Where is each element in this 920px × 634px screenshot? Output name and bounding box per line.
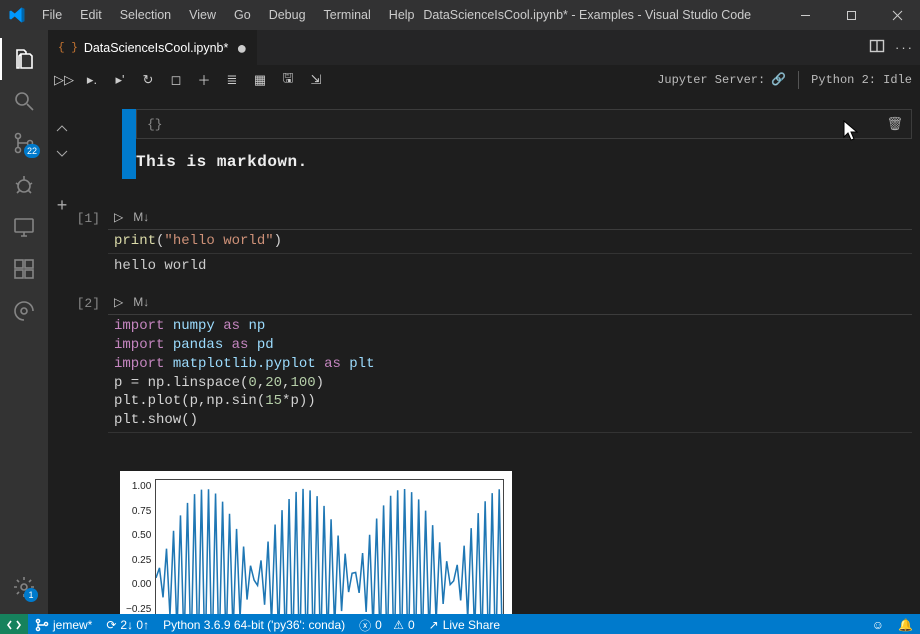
liveshare-icon[interactable] (0, 290, 48, 332)
feedback-icon[interactable]: ☺ (865, 614, 891, 634)
editor-tabs: { } DataScienceIsCool.ipynb* ● ··· (48, 30, 920, 65)
run-below-icon[interactable]: ▸' (112, 72, 128, 88)
move-cell-up-icon[interactable] (52, 119, 72, 139)
markdown-source-bar[interactable]: {} 🗑 (136, 109, 912, 139)
markdown-source-placeholder: {} (147, 117, 163, 132)
menu-terminal[interactable]: Terminal (316, 4, 379, 26)
interrupt-kernel-icon[interactable]: ◻ (168, 72, 184, 88)
git-branch-status[interactable]: jemew* (28, 614, 99, 634)
git-sync-status[interactable]: ⟳2↓ 0↑ (99, 614, 156, 634)
menu-help[interactable]: Help (381, 4, 423, 26)
notebook-toolbar: ▷▷ ▸. ▸' ↻ ◻ ＋ ≣ ▦ 🖫 ⇲ Jupyter Server:🔗 … (48, 65, 920, 95)
window-title: DataScienceIsCool.ipynb* - Examples - Vi… (423, 8, 782, 22)
jupyter-server-status[interactable]: Jupyter Server:🔗 (657, 72, 786, 87)
exec-count-1: [1] (68, 205, 108, 280)
activity-bar: 22 1 (0, 30, 48, 614)
source-control-icon[interactable]: 22 (0, 122, 48, 164)
remote-explorer-icon[interactable] (0, 206, 48, 248)
jupyter-file-icon: { } (58, 42, 78, 54)
cell-to-markdown-icon[interactable]: M↓ (133, 210, 149, 224)
move-cell-down-icon[interactable] (52, 143, 72, 163)
extensions-icon[interactable] (0, 248, 48, 290)
menu-view[interactable]: View (181, 4, 224, 26)
problems-status[interactable]: ⓧ0 ⚠0 (352, 614, 422, 634)
add-cell-icon[interactable]: ＋ (196, 72, 212, 88)
menu-debug[interactable]: Debug (261, 4, 314, 26)
split-editor-icon[interactable] (869, 38, 885, 57)
code-cell-1[interactable]: [1] ▷ M↓ print("hello world") hello worl… (108, 205, 912, 280)
liveshare-status[interactable]: ↗Live Share (422, 614, 507, 634)
code-source-1[interactable]: print("hello world") (108, 229, 912, 254)
export-icon[interactable]: ⇲ (308, 72, 324, 88)
run-all-icon[interactable]: ▷▷ (56, 72, 72, 88)
cell-selection-bar (122, 109, 136, 179)
save-icon[interactable]: 🖫 (280, 72, 296, 88)
code-output-2: 1.000.750.500.250.00−0.25−0.50 (108, 433, 912, 614)
title-bar: File Edit Selection View Go Debug Termin… (0, 0, 920, 30)
variables-icon[interactable]: ≣ (224, 72, 240, 88)
cell-to-markdown-icon[interactable]: M↓ (133, 295, 149, 309)
debug-icon[interactable] (0, 164, 48, 206)
python-env-status[interactable]: Python 3.6.9 64-bit ('py36': conda) (156, 614, 352, 634)
more-actions-icon[interactable]: ··· (895, 40, 914, 55)
menu-edit[interactable]: Edit (72, 4, 110, 26)
menu-selection[interactable]: Selection (112, 4, 179, 26)
window-maximize-button[interactable] (828, 0, 874, 30)
run-cell-icon[interactable]: ▷ (114, 295, 123, 309)
tab-dirty-indicator[interactable]: ● (236, 43, 247, 53)
insert-cell-icon[interactable]: + (52, 195, 72, 215)
status-bar: jemew* ⟳2↓ 0↑ Python 3.6.9 64-bit ('py36… (0, 614, 920, 634)
plot-output: 1.000.750.500.250.00−0.25−0.50 (120, 471, 512, 614)
exec-count-2: [2] (68, 290, 108, 614)
code-source-2[interactable]: import numpy as np import pandas as pd i… (108, 314, 912, 433)
explorer-icon[interactable] (0, 38, 48, 80)
settings-gear-icon[interactable]: 1 (0, 566, 48, 608)
markdown-cell[interactable]: {} 🗑 This is markdown. (108, 109, 912, 179)
tab-notebook[interactable]: { } DataScienceIsCool.ipynb* ● (48, 30, 258, 65)
grid-icon[interactable]: ▦ (252, 72, 268, 88)
tab-label: DataScienceIsCool.ipynb* (84, 41, 229, 55)
remote-indicator[interactable] (0, 614, 28, 634)
notebook-area: + {} 🗑 This is markdown. [1] ▷ (48, 95, 920, 614)
menu-bar: File Edit Selection View Go Debug Termin… (34, 4, 423, 26)
search-icon[interactable] (0, 80, 48, 122)
code-output-1: hello world (108, 254, 912, 280)
window-minimize-button[interactable] (782, 0, 828, 30)
menu-file[interactable]: File (34, 4, 70, 26)
menu-go[interactable]: Go (226, 4, 259, 26)
restart-kernel-icon[interactable]: ↻ (140, 72, 156, 88)
notifications-icon[interactable]: 🔔 (891, 614, 920, 634)
code-cell-2[interactable]: [2] ▷ M↓ import numpy as np import panda… (108, 290, 912, 614)
kernel-status[interactable]: Python 2: Idle (811, 73, 912, 87)
vscode-icon (8, 6, 26, 24)
markdown-rendered: This is markdown. (136, 139, 912, 179)
settings-badge: 1 (24, 588, 38, 602)
run-cell-icon[interactable]: ▷ (114, 210, 123, 224)
run-above-icon[interactable]: ▸. (84, 72, 100, 88)
window-close-button[interactable] (874, 0, 920, 30)
scm-badge: 22 (24, 144, 40, 158)
link-icon: 🔗 (771, 72, 786, 87)
delete-cell-icon[interactable]: 🗑 (886, 117, 903, 132)
